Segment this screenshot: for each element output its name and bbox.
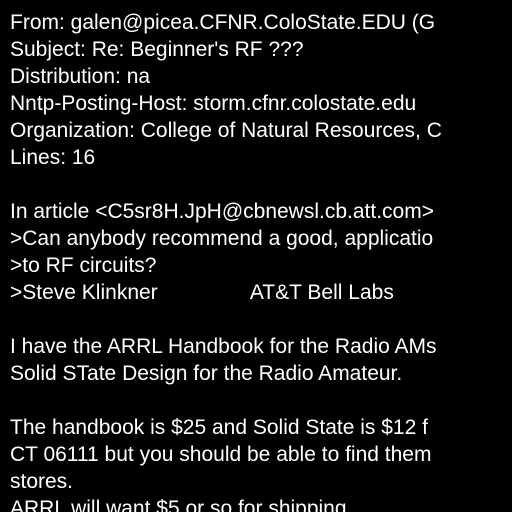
- quoted-signature: >Steve Klinkner AT&T Bell Labs: [10, 281, 394, 304]
- header-distribution: Distribution: na: [10, 65, 151, 88]
- header-lines: Lines: 16: [10, 146, 96, 169]
- header-organization: Organization: College of Natural Resourc…: [10, 119, 442, 142]
- header-posting-host: Nntp-Posting-Host: storm.cfnr.colostate.…: [10, 92, 417, 115]
- quoted-line: >to RF circuits?: [10, 254, 157, 277]
- body-line: stores.: [10, 470, 74, 493]
- body-line: The handbook is $25 and Solid State is $…: [10, 416, 428, 439]
- body-intro-line: In article <C5sr8H.JpH@cbnewsl.cb.att.co…: [10, 200, 434, 223]
- body-line: CT 06111 but you should be able to find …: [10, 443, 432, 466]
- terminal-screen: From: galen@picea.CFNR.ColoState.EDU (G …: [0, 0, 512, 512]
- header-subject: Subject: Re: Beginner's RF ???: [10, 38, 304, 61]
- body-line: I have the ARRL Handbook for the Radio A…: [10, 335, 437, 358]
- header-from: From: galen@picea.CFNR.ColoState.EDU (G: [10, 11, 436, 34]
- body-line: Solid STate Design for the Radio Amateur…: [10, 362, 403, 385]
- quoted-line: >Can anybody recommend a good, applicati…: [10, 227, 434, 250]
- body-line-partial: ARRL will want $5 or so for shipping.: [10, 497, 353, 512]
